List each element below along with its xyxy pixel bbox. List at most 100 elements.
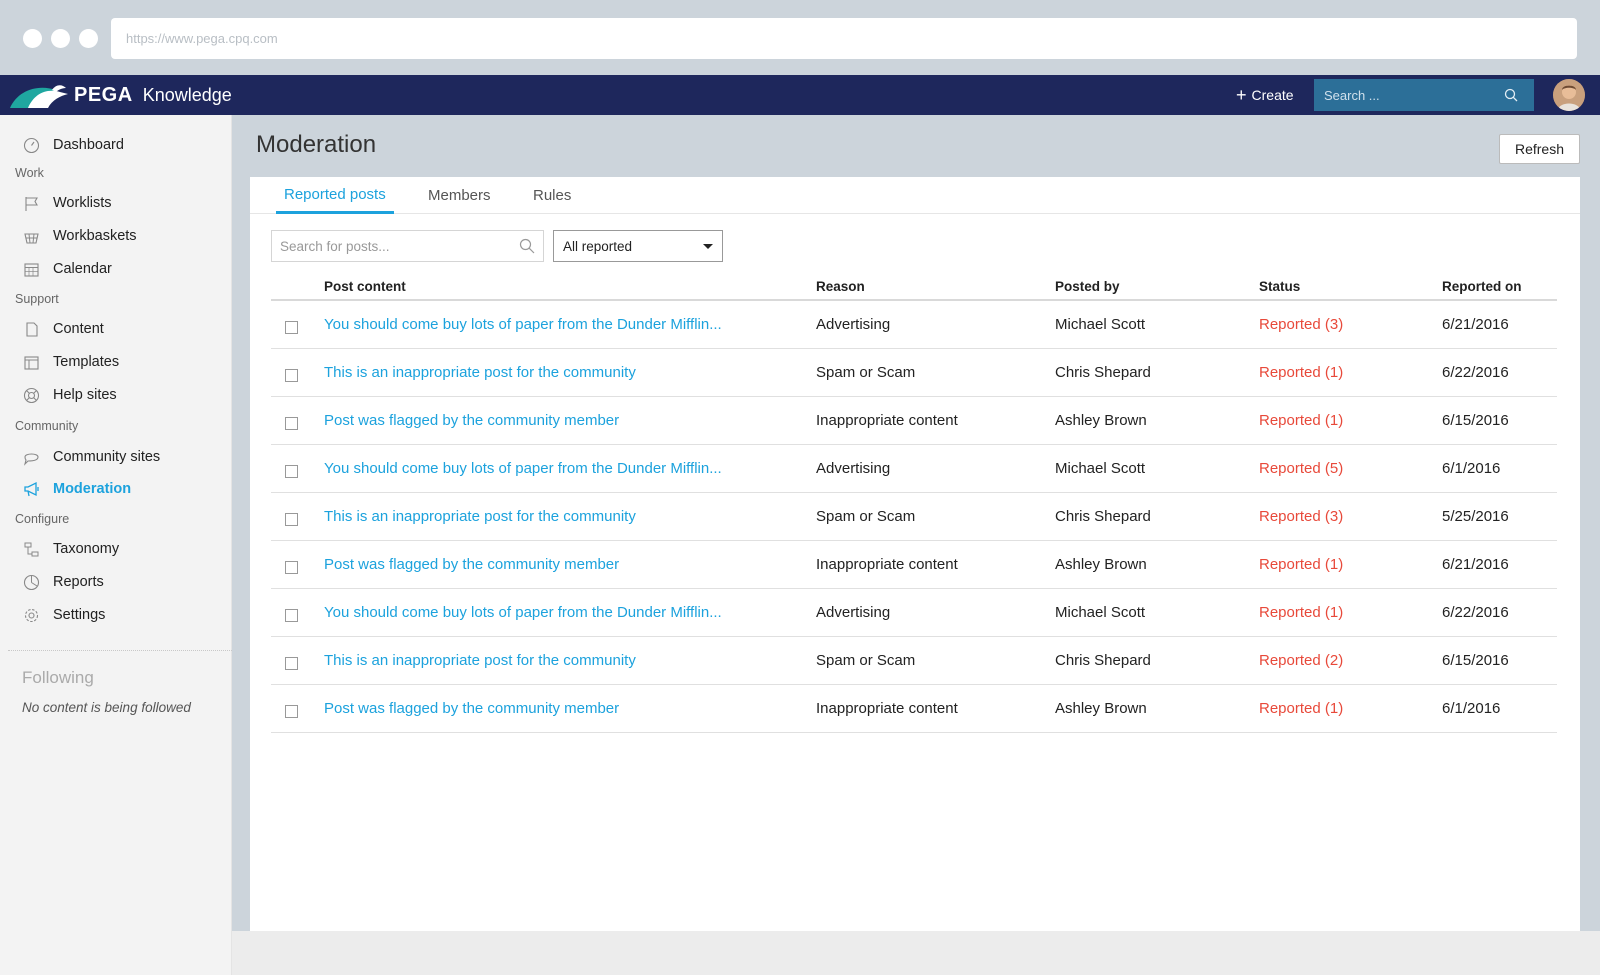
column-header-posted-by[interactable]: Posted by <box>1055 279 1120 294</box>
post-search-input[interactable] <box>280 238 519 254</box>
post-content-link[interactable]: You should come buy lots of paper from t… <box>324 316 722 333</box>
sidebar-item-dashboard[interactable]: Dashboard <box>0 131 232 159</box>
post-content-link[interactable]: You should come buy lots of paper from t… <box>324 460 722 477</box>
chevron-down-icon <box>703 243 713 249</box>
sidebar-item-label: Taxonomy <box>53 541 120 557</box>
sidebar-item-help-sites[interactable]: Help sites <box>0 381 232 409</box>
row-checkbox[interactable] <box>285 609 298 622</box>
global-search-input[interactable] <box>1324 87 1504 103</box>
document-icon <box>22 320 40 338</box>
post-content-link[interactable]: This is an inappropriate post for the co… <box>324 508 636 525</box>
global-search <box>1314 79 1534 111</box>
tab-reported-posts[interactable]: Reported posts <box>276 177 394 214</box>
status-cell: Reported (3) <box>1259 508 1344 525</box>
app-header: PEGA Knowledge + Create <box>0 75 1600 115</box>
page-title: Moderation <box>256 131 377 158</box>
sidebar-item-label: Reports <box>53 574 104 590</box>
reported-posts-table: Post content Reason Posted by Status Rep… <box>271 269 1557 733</box>
create-button[interactable]: + Create <box>1236 75 1294 115</box>
post-content-link[interactable]: Post was flagged by the community member <box>324 700 619 717</box>
reason-cell: Spam or Scam <box>816 508 916 525</box>
calendar-icon <box>22 260 40 278</box>
table-row: You should come buy lots of paper from t… <box>271 445 1557 493</box>
reported-on-cell: 6/21/2016 <box>1442 556 1509 573</box>
row-checkbox[interactable] <box>285 561 298 574</box>
post-content-link[interactable]: You should come buy lots of paper from t… <box>324 604 722 621</box>
sidebar-item-reports[interactable]: Reports <box>0 568 232 596</box>
sidebar-item-settings[interactable]: Settings <box>0 601 232 629</box>
sidebar-item-taxonomy[interactable]: Taxonomy <box>0 535 232 563</box>
sidebar-item-label: Content <box>53 321 104 337</box>
sidebar-item-templates[interactable]: Templates <box>0 348 232 376</box>
table-body: You should come buy lots of paper from t… <box>271 301 1557 733</box>
plus-icon: + <box>1236 85 1247 105</box>
reason-cell: Spam or Scam <box>816 364 916 381</box>
app-name: Knowledge <box>142 84 232 105</box>
section-community: Community <box>15 419 79 433</box>
reported-on-cell: 6/21/2016 <box>1442 316 1509 333</box>
sidebar-item-content[interactable]: Content <box>0 315 232 343</box>
column-header-reason[interactable]: Reason <box>816 279 865 294</box>
search-icon[interactable] <box>519 238 535 254</box>
gauge-icon <box>22 136 40 154</box>
tab-rules[interactable]: Rules <box>525 177 579 214</box>
sidebar-item-label: Calendar <box>53 261 112 277</box>
row-checkbox[interactable] <box>285 417 298 430</box>
row-checkbox[interactable] <box>285 321 298 334</box>
reason-cell: Advertising <box>816 316 891 333</box>
reason-cell: Inappropriate content <box>816 700 958 717</box>
window-minimize-dot[interactable] <box>51 29 70 48</box>
post-content-link[interactable]: Post was flagged by the community member <box>324 556 619 573</box>
sidebar-item-label: Community sites <box>53 449 161 465</box>
posted-by-cell: Chris Shepard <box>1055 508 1151 525</box>
table-row: This is an inappropriate post for the co… <box>271 637 1557 685</box>
address-bar[interactable]: https://www.pega.cpq.com <box>111 18 1577 59</box>
reported-on-cell: 6/1/2016 <box>1442 700 1501 717</box>
row-checkbox[interactable] <box>285 657 298 670</box>
status-cell: Reported (2) <box>1259 652 1344 669</box>
sidebar-item-calendar[interactable]: Calendar <box>0 255 232 283</box>
sidebar-item-community-sites[interactable]: Community sites <box>0 443 232 471</box>
search-icon[interactable] <box>1504 88 1518 102</box>
following-empty-message: No content is being followed <box>22 700 191 715</box>
column-header-status[interactable]: Status <box>1259 279 1300 294</box>
column-header-reported-on[interactable]: Reported on <box>1442 279 1522 294</box>
chat-bubble-icon <box>22 448 40 466</box>
template-icon <box>22 353 40 371</box>
post-content-link[interactable]: This is an inappropriate post for the co… <box>324 364 636 381</box>
status-cell: Reported (5) <box>1259 460 1344 477</box>
sidebar-item-label: Templates <box>53 354 120 370</box>
reported-on-cell: 6/22/2016 <box>1442 364 1509 381</box>
window-close-dot[interactable] <box>23 29 42 48</box>
pega-logo-icon <box>10 85 68 108</box>
posted-by-cell: Michael Scott <box>1055 316 1146 333</box>
sidebar-item-workbaskets[interactable]: Workbaskets <box>0 222 232 250</box>
user-avatar[interactable] <box>1553 79 1585 111</box>
table-row: Post was flagged by the community member… <box>271 541 1557 589</box>
sidebar-item-worklists[interactable]: Worklists <box>0 189 232 217</box>
posted-by-cell: Ashley Brown <box>1055 700 1147 717</box>
basket-icon <box>22 227 40 245</box>
row-checkbox[interactable] <box>285 465 298 478</box>
posted-by-cell: Chris Shepard <box>1055 364 1151 381</box>
post-search-field <box>271 230 544 262</box>
row-checkbox[interactable] <box>285 513 298 526</box>
window-maximize-dot[interactable] <box>79 29 98 48</box>
sidebar-item-moderation[interactable]: Moderation <box>0 475 232 503</box>
post-content-link[interactable]: This is an inappropriate post for the co… <box>324 652 636 669</box>
brand-name: PEGA <box>74 83 133 106</box>
report-filter-select[interactable]: All reported <box>553 230 723 262</box>
reason-cell: Spam or Scam <box>816 652 916 669</box>
pega-logo[interactable]: PEGA Knowledge <box>8 80 232 110</box>
column-header-post-content[interactable]: Post content <box>324 279 406 294</box>
row-checkbox[interactable] <box>285 705 298 718</box>
refresh-button[interactable]: Refresh <box>1499 134 1580 164</box>
row-checkbox[interactable] <box>285 369 298 382</box>
tab-members[interactable]: Members <box>420 177 499 214</box>
status-cell: Reported (1) <box>1259 412 1344 429</box>
pie-chart-icon <box>22 573 40 591</box>
posted-by-cell: Michael Scott <box>1055 460 1146 477</box>
following-title: Following <box>22 668 94 687</box>
post-content-link[interactable]: Post was flagged by the community member <box>324 412 619 429</box>
status-cell: Reported (1) <box>1259 556 1344 573</box>
